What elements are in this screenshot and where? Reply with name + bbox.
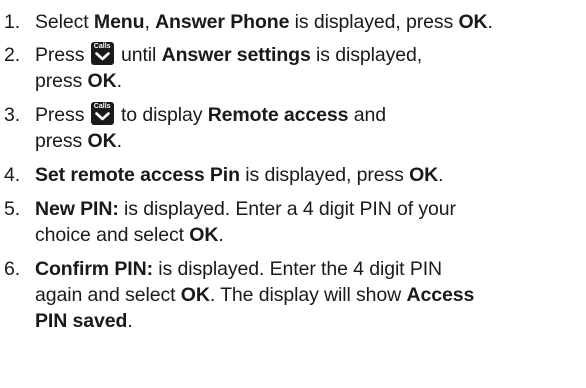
step-keyword: New PIN:: [35, 198, 119, 220]
step-1: 1. Select Menu, Answer Phone is displaye…: [2, 9, 582, 35]
step-text: choice and select: [35, 224, 190, 246]
calls-key-icon: Calls: [90, 42, 114, 65]
step-text: Select: [35, 11, 94, 33]
step-text: .: [218, 224, 224, 246]
step-text: .: [116, 130, 122, 152]
chevron-down-icon: [94, 112, 110, 121]
step-text: . The display will show: [209, 284, 407, 306]
step-text: is displayed. Enter the 4 digit PIN: [152, 258, 443, 280]
step-keyword: Answer Phone: [155, 11, 290, 33]
step-text: press: [35, 70, 88, 92]
step-text: is displayed, press: [289, 11, 459, 33]
step-text: to display: [115, 104, 208, 126]
step-text: Press: [35, 44, 90, 66]
step-3: 3. Press Calls to display Remote access …: [2, 102, 582, 154]
step-text: .: [127, 310, 133, 332]
step-keyword: OK: [180, 284, 210, 306]
step-text: ,: [144, 11, 156, 33]
step-text: Press: [35, 104, 90, 126]
calls-key-label: Calls: [93, 43, 111, 50]
step-text: again and select: [35, 284, 181, 306]
step-number: 4.: [4, 164, 21, 186]
calls-key-icon: Calls: [90, 102, 114, 125]
step-text: is displayed. Enter a 4 digit PIN of you…: [118, 198, 456, 220]
step-list: 1. Select Menu, Answer Phone is displaye…: [2, 9, 582, 334]
step-text: and: [348, 104, 386, 126]
step-5: 5. New PIN: is displayed. Enter a 4 digi…: [2, 196, 582, 248]
step-number: 1.: [4, 11, 21, 33]
step-keyword: Access: [406, 284, 475, 306]
chevron-down-icon: [94, 52, 110, 61]
step-number: 6.: [4, 258, 21, 280]
calls-key-label: Calls: [93, 103, 111, 110]
step-text: is displayed,: [310, 44, 423, 66]
step-keyword: OK: [87, 130, 117, 152]
step-text: until: [115, 44, 162, 66]
step-number: 2.: [4, 44, 21, 66]
step-2: 2. Press Calls until Answer settings is …: [2, 42, 582, 94]
step-keyword: OK: [189, 224, 219, 246]
step-keyword: OK: [87, 70, 117, 92]
step-keyword: OK: [409, 164, 439, 186]
step-keyword: OK: [458, 11, 488, 33]
step-text: is displayed, press: [239, 164, 410, 186]
step-number: 5.: [4, 198, 21, 220]
step-keyword: Menu: [93, 11, 145, 33]
step-text: press: [35, 130, 88, 152]
step-text: .: [438, 164, 444, 186]
step-keyword: Answer settings: [161, 44, 311, 66]
step-keyword: Confirm PIN:: [35, 258, 153, 280]
step-keyword: PIN saved: [35, 310, 128, 332]
step-keyword: Set remote access Pin: [35, 164, 240, 186]
step-number: 3.: [4, 104, 21, 126]
step-keyword: Remote access: [207, 104, 349, 126]
step-text: .: [116, 70, 122, 92]
step-text: .: [487, 11, 493, 33]
step-6: 6. Confirm PIN: is displayed. Enter the …: [2, 256, 582, 334]
instructions-document: 1. Select Menu, Answer Phone is displaye…: [0, 0, 586, 388]
step-4: 4. Set remote access Pin is displayed, p…: [2, 162, 582, 188]
